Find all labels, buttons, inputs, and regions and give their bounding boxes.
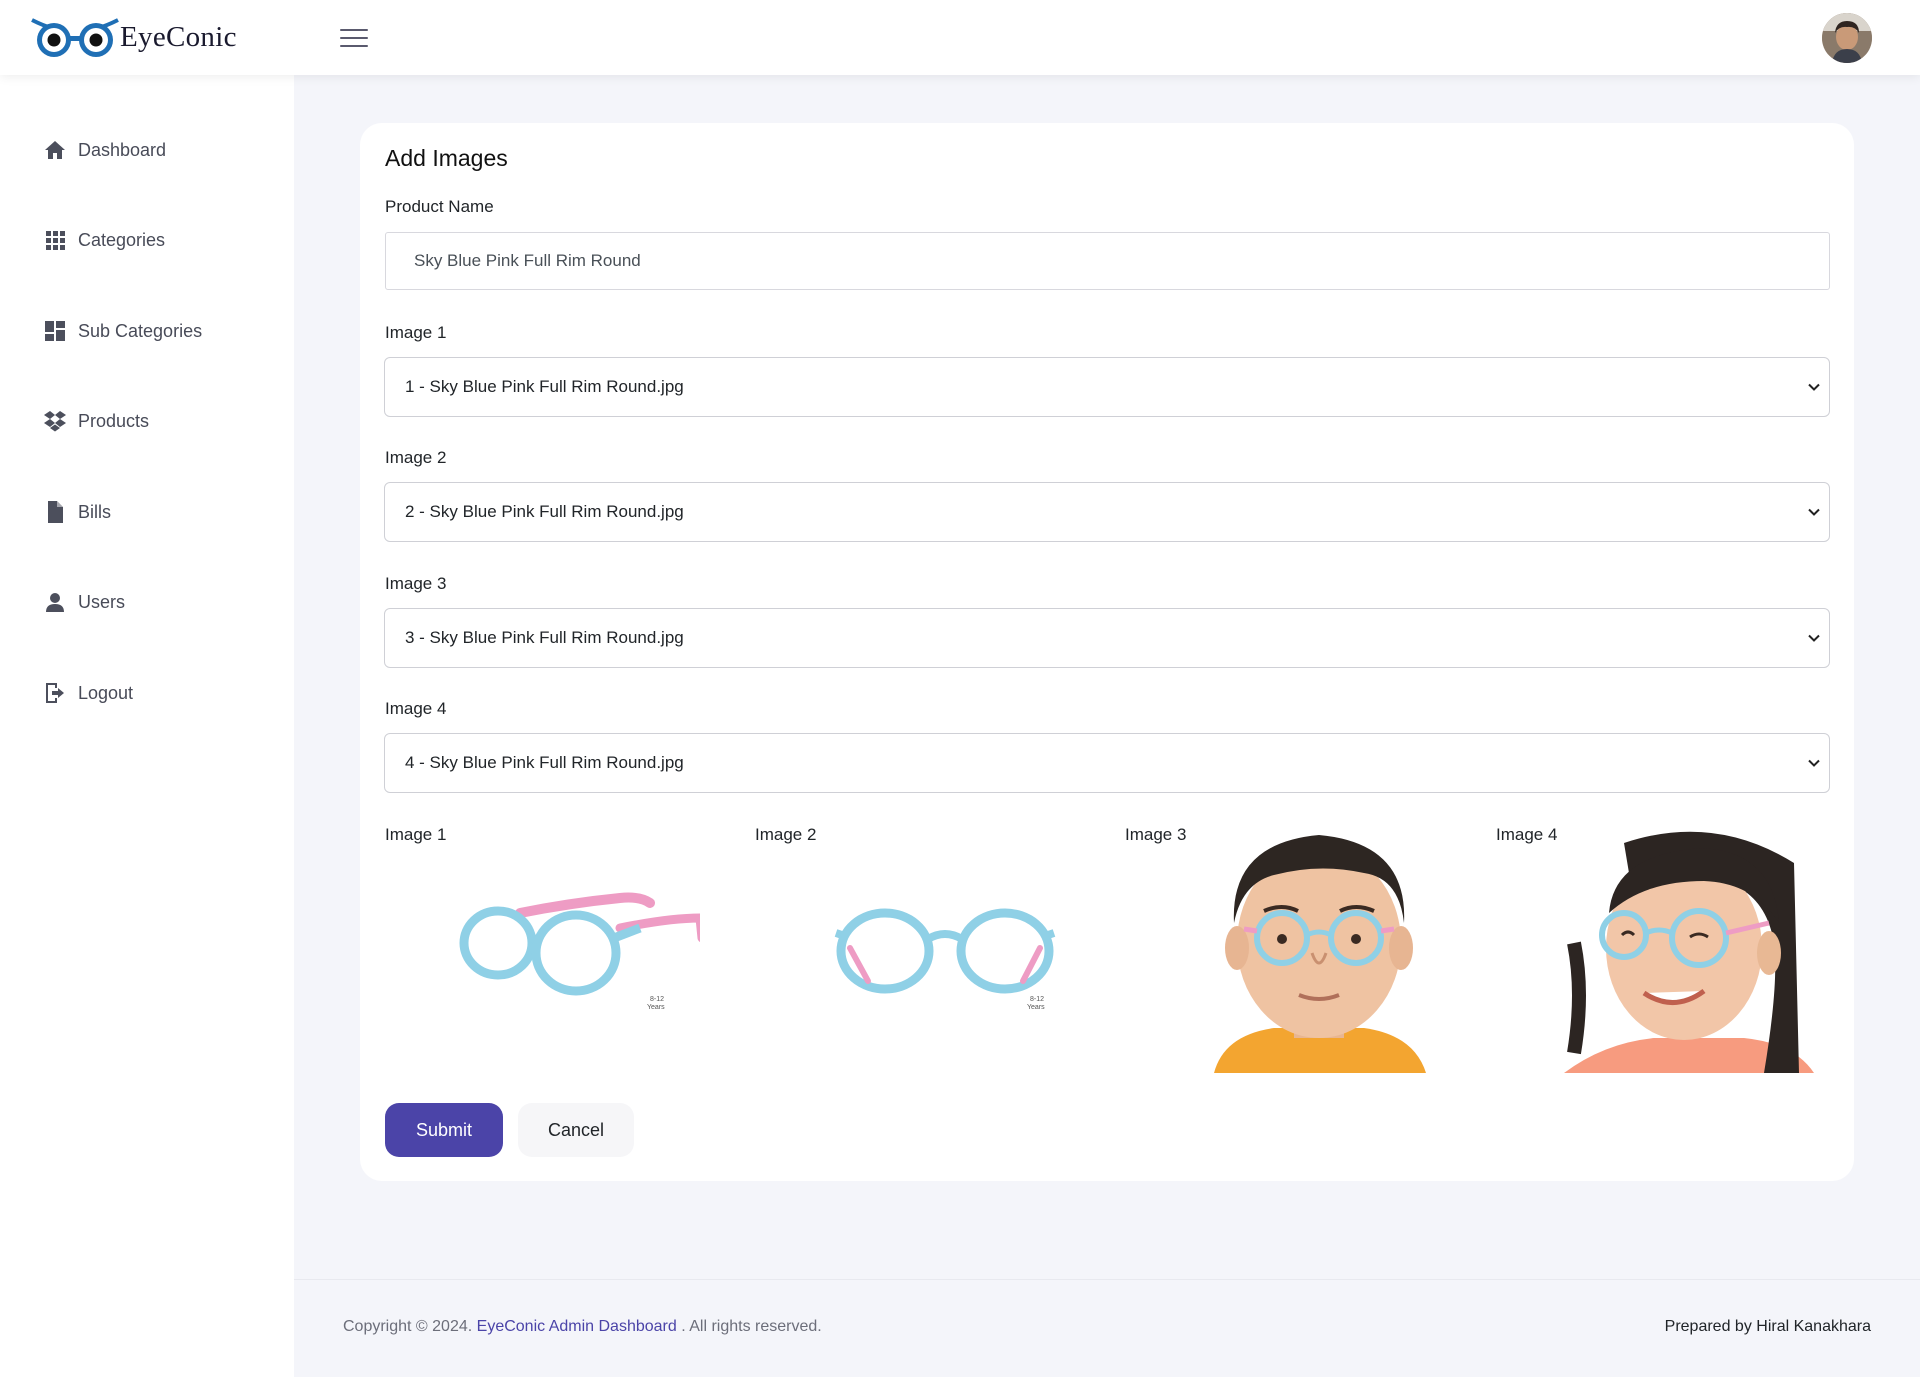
sidebar-item-label: Categories — [78, 229, 166, 250]
image-4-select-value: 4 - Sky Blue Pink Full Rim Round.jpg — [405, 753, 684, 772]
sidebar-item-label: Sub Categories — [78, 320, 203, 341]
sidebar-item-label: Logout — [78, 682, 134, 703]
preview-2-image: 8-12 Years — [820, 823, 1070, 1073]
sidebar-item-products[interactable]: Products — [42, 406, 149, 436]
preview-1-label: Image 1 — [385, 825, 447, 844]
image-2-label: Image 2 — [385, 448, 447, 467]
page-title: Add Images — [385, 145, 508, 171]
dashboard-icon — [42, 318, 68, 344]
image-4-select[interactable]: 4 - Sky Blue Pink Full Rim Round.jpg — [384, 733, 1830, 793]
brand-name: EyeConic — [120, 20, 237, 53]
copyright-prefix: Copyright © 2024. — [343, 1318, 473, 1335]
image-3-select-value: 3 - Sky Blue Pink Full Rim Round.jpg — [405, 628, 684, 647]
svg-text:8-12: 8-12 — [1030, 996, 1044, 1003]
sidebar-item-label: Dashboard — [78, 139, 167, 160]
brand-logo[interactable]: EyeConic — [30, 14, 237, 60]
preview-2-label: Image 2 — [755, 825, 817, 844]
preview-4-image — [1564, 823, 1814, 1073]
svg-text:Years: Years — [1027, 1004, 1045, 1011]
add-images-card: Add Images Product Name Image 1 1 - Sky … — [360, 123, 1854, 1181]
cancel-button[interactable]: Cancel — [518, 1103, 634, 1157]
chevron-down-icon — [1808, 383, 1820, 391]
file-icon — [42, 499, 68, 525]
footer-divider — [294, 1279, 1920, 1280]
sidebar-item-logout[interactable]: Logout — [42, 678, 133, 708]
image-3-label: Image 3 — [385, 574, 447, 593]
image-2-select-value: 2 - Sky Blue Pink Full Rim Round.jpg — [405, 502, 684, 521]
dropbox-icon — [42, 408, 68, 434]
sidebar-item-label: Bills — [78, 501, 112, 522]
sidebar-item-label: Products — [78, 410, 150, 431]
footer-dashboard-link[interactable]: EyeConic Admin Dashboard — [477, 1318, 677, 1335]
home-icon — [42, 137, 68, 163]
sidebar-item-users[interactable]: Users — [42, 587, 125, 617]
chevron-down-icon — [1808, 508, 1820, 516]
sidebar: Dashboard Categories Sub Categories Prod… — [0, 75, 294, 1377]
image-2-select[interactable]: 2 - Sky Blue Pink Full Rim Round.jpg — [384, 482, 1830, 542]
footer-credit: Prepared by Hiral Kanakhara — [1664, 1318, 1871, 1335]
image-1-label: Image 1 — [385, 323, 447, 342]
svg-text:8-12: 8-12 — [650, 996, 664, 1003]
image-1-select-value: 1 - Sky Blue Pink Full Rim Round.jpg — [405, 377, 684, 396]
user-avatar[interactable] — [1822, 13, 1872, 63]
sidebar-item-bills[interactable]: Bills — [42, 497, 111, 527]
grid-icon — [42, 227, 68, 253]
preview-3-label: Image 3 — [1125, 825, 1187, 844]
user-icon — [42, 589, 68, 615]
top-navbar: EyeConic — [0, 0, 1920, 75]
sidebar-item-label: Users — [78, 591, 126, 612]
image-1-select[interactable]: 1 - Sky Blue Pink Full Rim Round.jpg — [384, 357, 1830, 417]
chevron-down-icon — [1808, 759, 1820, 767]
svg-text:Years: Years — [647, 1004, 665, 1011]
copyright-suffix: . All rights reserved. — [681, 1318, 822, 1335]
avatar-photo — [1822, 13, 1872, 63]
chevron-down-icon — [1808, 634, 1820, 642]
product-name-input[interactable] — [385, 232, 1830, 290]
sidebar-item-categories[interactable]: Categories — [42, 225, 165, 255]
image-3-select[interactable]: 3 - Sky Blue Pink Full Rim Round.jpg — [384, 608, 1830, 668]
sidebar-item-dashboard[interactable]: Dashboard — [42, 135, 166, 165]
preview-3-image — [1194, 823, 1444, 1073]
sidebar-item-sub-categories[interactable]: Sub Categories — [42, 316, 202, 346]
logout-icon — [42, 680, 68, 706]
preview-4-label: Image 4 — [1496, 825, 1558, 844]
image-4-label: Image 4 — [385, 699, 447, 718]
hamburger-icon[interactable] — [340, 29, 368, 49]
submit-button[interactable]: Submit — [385, 1103, 503, 1157]
preview-1-image: 8-12 Years — [450, 823, 700, 1073]
footer-copyright: Copyright © 2024. EyeConic Admin Dashboa… — [343, 1318, 822, 1336]
owl-eyes-logo-icon — [31, 18, 119, 57]
product-name-label: Product Name — [385, 197, 494, 216]
